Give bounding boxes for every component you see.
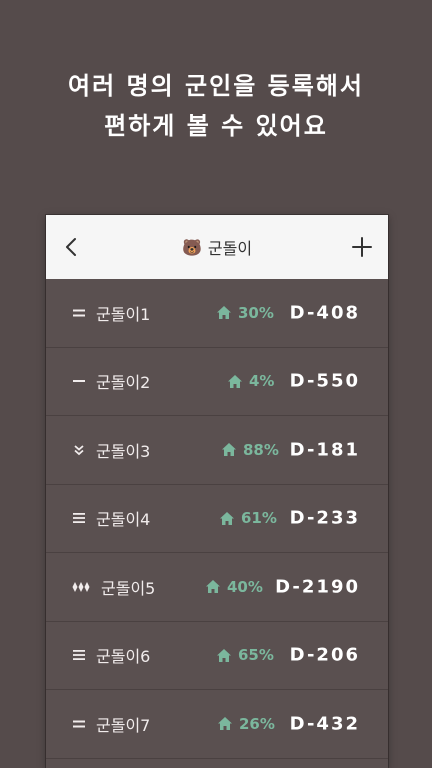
bear-face-icon: 🐻	[181, 237, 202, 257]
d-day-count: D-408	[289, 302, 360, 324]
house-icon	[222, 443, 236, 457]
chevron-left-icon	[66, 238, 76, 256]
promo-headline: 여러 명의 군인을 등록해서 편하게 볼 수 있어요	[0, 66, 432, 146]
back-button[interactable]	[58, 233, 86, 261]
soldier-row[interactable]: 군돌이1 30% D-408	[46, 279, 388, 348]
soldier-name: 군돌이5	[101, 578, 156, 598]
d-day-count: D-550	[289, 370, 360, 392]
house-icon	[228, 374, 242, 388]
soldier-row[interactable]: 군돌이5 40% D-2190	[46, 553, 388, 622]
diamond-rank-icon	[72, 581, 90, 592]
phone-screen: 🐻 군돌이 군돌이1 30% D-408 군돌이2 4% D-550 군돌이3 …	[46, 215, 388, 768]
house-icon	[206, 580, 220, 594]
discharge-progress: 26%	[217, 715, 275, 733]
discharge-progress: 4%	[227, 372, 274, 390]
d-day-count: D-432	[289, 713, 360, 735]
double-chevron-icon	[74, 445, 84, 455]
discharge-progress: 30%	[216, 304, 274, 322]
soldier-row[interactable]: 군돌이4 61% D-233	[46, 485, 388, 553]
house-icon	[218, 717, 232, 731]
promo-headline-line2: 편하게 볼 수 있어요	[104, 112, 328, 140]
house-icon	[217, 648, 231, 662]
plus-icon	[352, 237, 372, 257]
app-bar: 🐻 군돌이	[46, 215, 388, 279]
soldier-row[interactable]: 군돌이2 4% D-550	[46, 348, 388, 416]
soldier-name: 군돌이6	[96, 647, 151, 667]
soldier-name: 군돌이3	[96, 441, 151, 461]
house-icon	[220, 511, 234, 525]
progress-percent: 65%	[238, 646, 274, 665]
house-icon	[217, 306, 231, 320]
progress-percent: 26%	[239, 714, 275, 733]
progress-percent: 4%	[249, 372, 275, 391]
progress-percent: 40%	[227, 577, 263, 596]
discharge-progress: 65%	[216, 646, 274, 664]
soldier-name: 군돌이1	[96, 304, 151, 324]
progress-percent: 61%	[241, 509, 277, 528]
triple-line-icon	[73, 513, 85, 524]
promo-headline-line1: 여러 명의 군인을 등록해서	[68, 72, 364, 100]
progress-percent: 30%	[238, 303, 274, 322]
soldier-row[interactable]: 군돌이3 88% D-181	[46, 416, 388, 485]
single-line-icon	[73, 380, 85, 383]
discharge-progress: 40%	[205, 578, 263, 596]
soldier-row[interactable]: 군돌이6 65% D-206	[46, 622, 388, 690]
soldier-name: 군돌이2	[96, 373, 151, 393]
add-soldier-button[interactable]	[348, 233, 376, 261]
d-day-count: D-233	[289, 507, 360, 529]
soldier-name: 군돌이7	[96, 715, 151, 735]
app-bar-title-text: 군돌이	[207, 239, 253, 258]
progress-percent: 88%	[243, 440, 279, 459]
soldier-list: 군돌이1 30% D-408 군돌이2 4% D-550 군돌이3 88% D-…	[46, 279, 388, 759]
double-line-icon	[73, 720, 85, 728]
discharge-progress: 88%	[221, 441, 279, 459]
triple-line-icon	[73, 650, 85, 661]
double-line-icon	[73, 309, 85, 317]
discharge-progress: 61%	[219, 509, 277, 527]
soldier-row[interactable]: 군돌이7 26% D-432	[46, 690, 388, 759]
d-day-count: D-181	[289, 439, 360, 461]
app-bar-title: 🐻 군돌이	[46, 215, 388, 279]
d-day-count: D-206	[289, 644, 360, 666]
soldier-name: 군돌이4	[96, 510, 151, 530]
d-day-count: D-2190	[275, 576, 360, 598]
